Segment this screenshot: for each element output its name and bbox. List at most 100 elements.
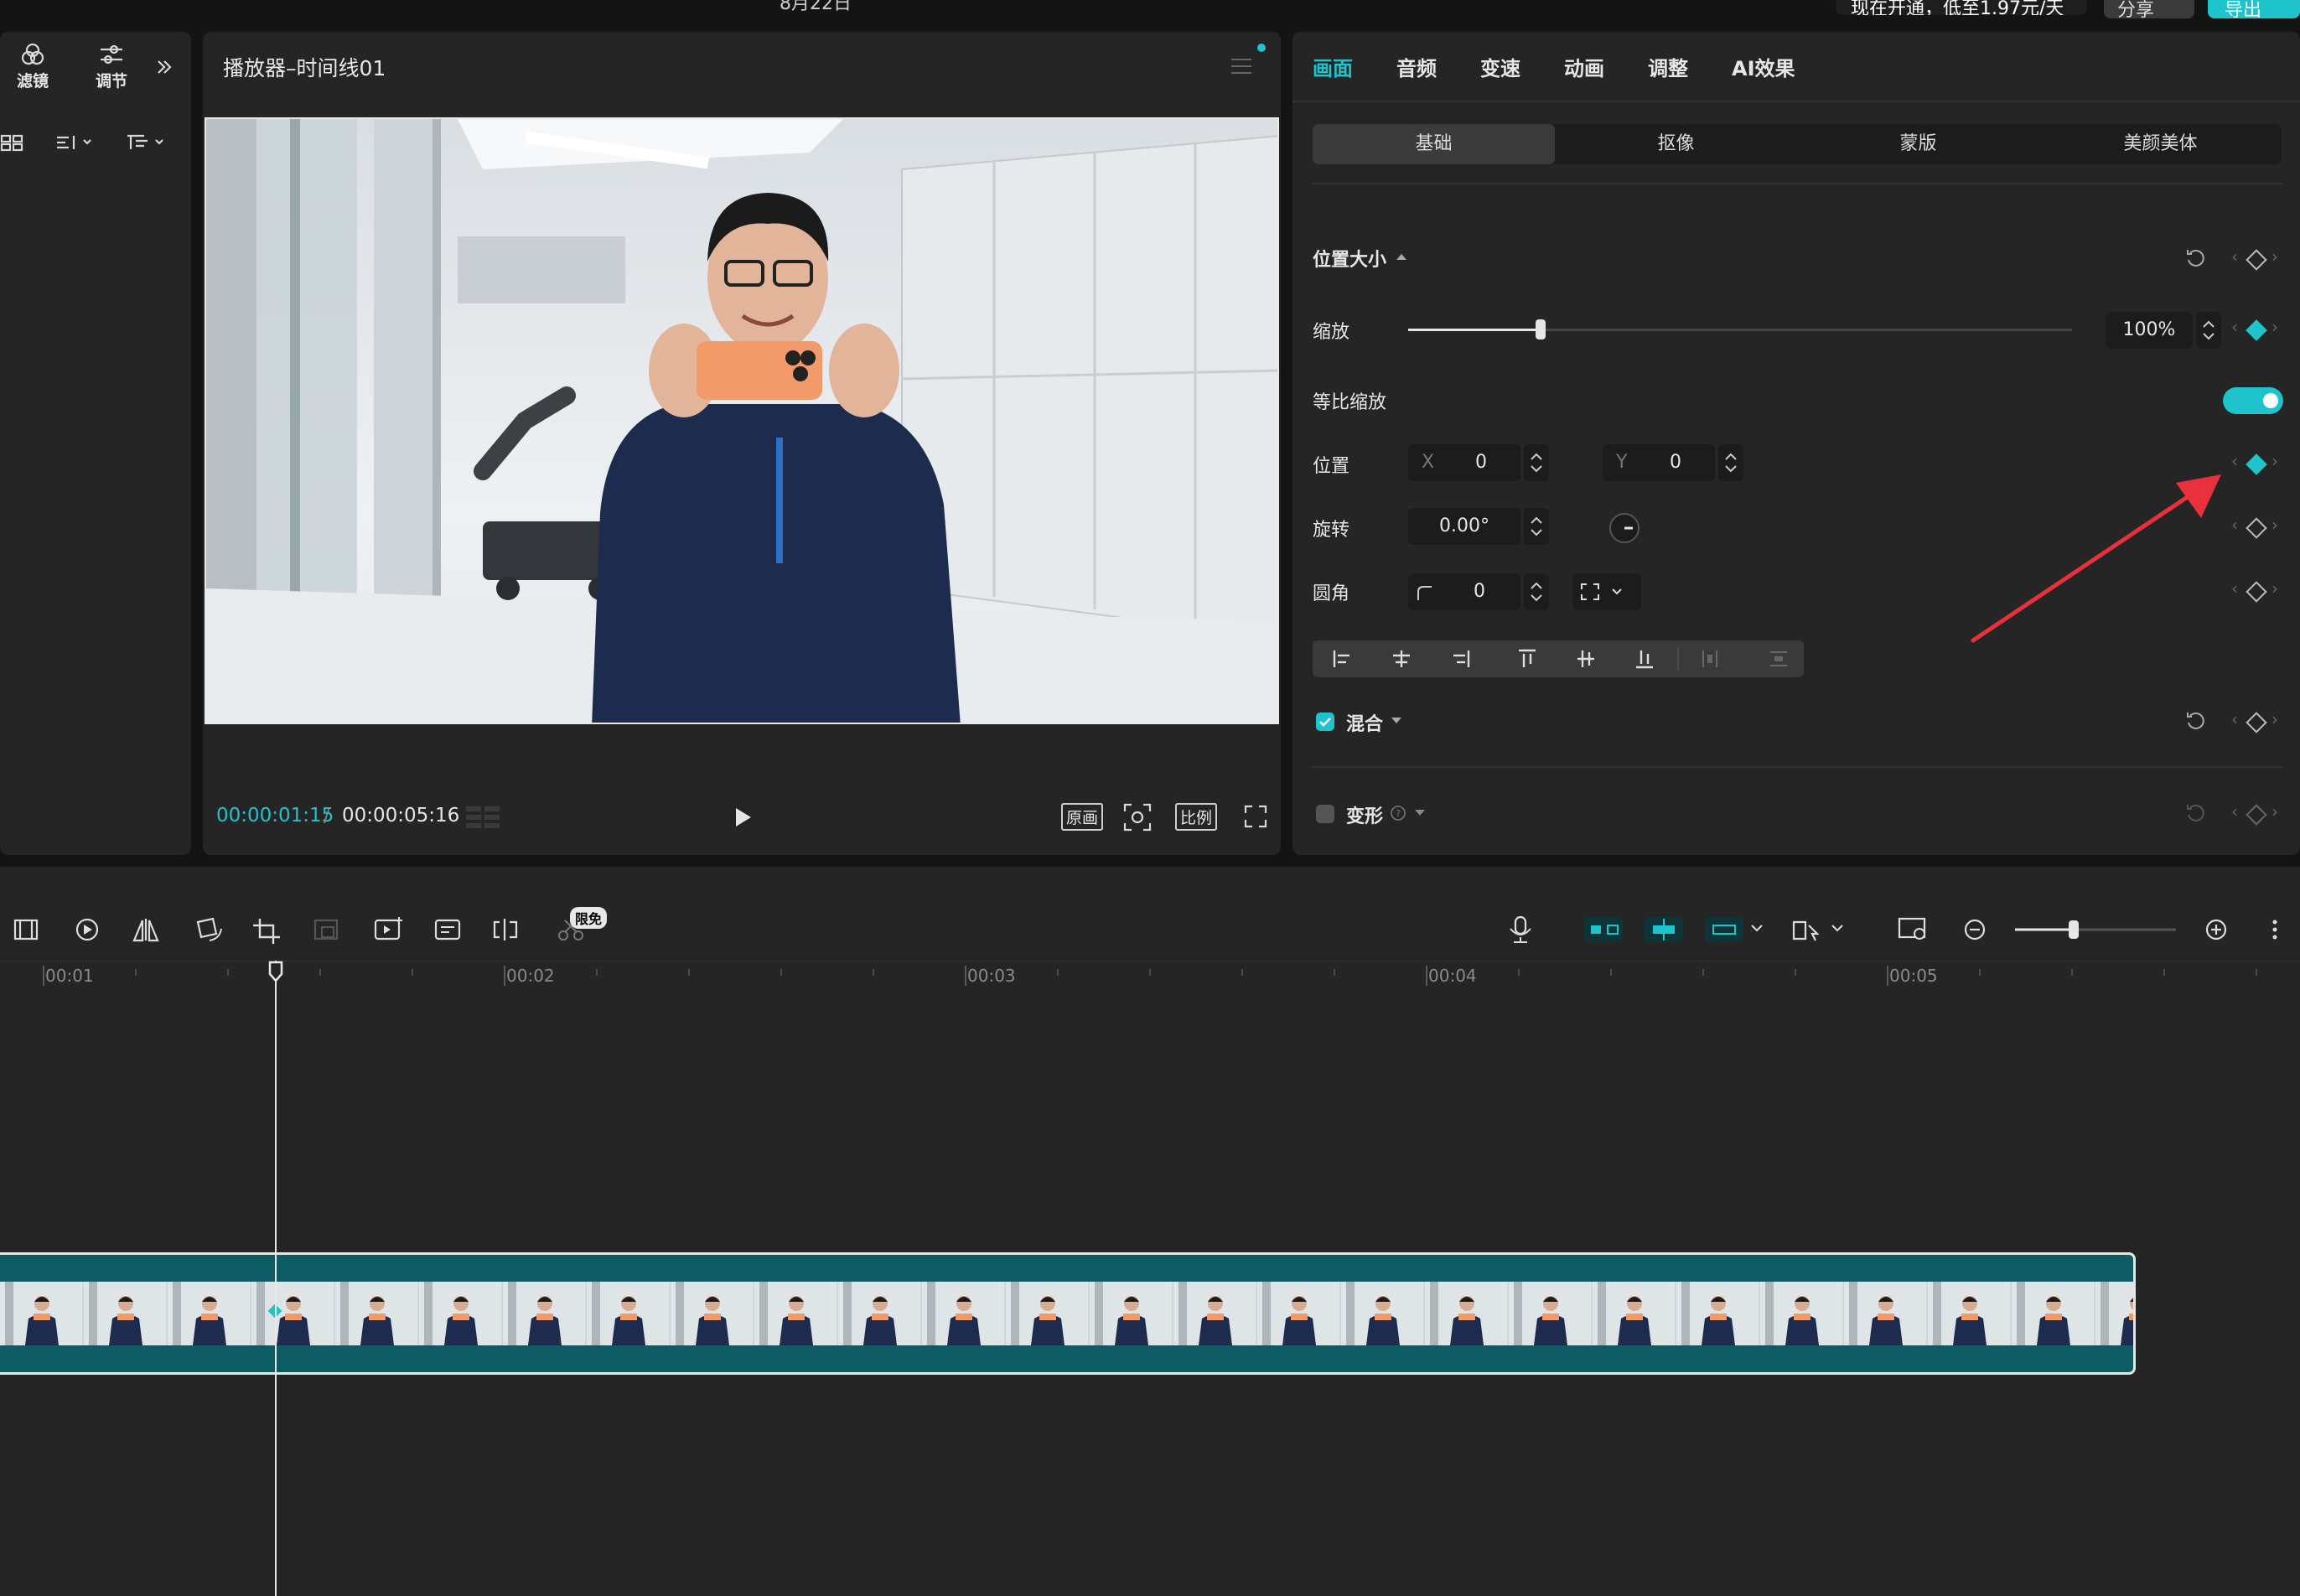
next-keyframe-icon[interactable]: › — [2272, 451, 2278, 471]
position-y-input[interactable]: Y 0 — [1603, 444, 1715, 481]
next-keyframe-icon[interactable]: › — [2272, 317, 2278, 337]
aspect-ratio-button[interactable]: 比例 — [1175, 803, 1218, 831]
video-preview[interactable] — [205, 117, 1279, 724]
distribute-vertical-icon[interactable] — [1770, 651, 1787, 666]
crop-icon[interactable] — [253, 919, 280, 944]
add-keyframe-video-icon[interactable] — [374, 917, 402, 940]
next-keyframe-icon[interactable]: › — [2272, 709, 2278, 729]
preview-axis-icon[interactable] — [1792, 920, 1843, 941]
select-mode-icon[interactable] — [13, 919, 39, 940]
subtitle-icon[interactable] — [434, 919, 461, 940]
original-quality-button[interactable]: 原画 — [1061, 803, 1104, 831]
mirror-icon[interactable] — [132, 919, 159, 942]
blend-checkbox[interactable] — [1316, 712, 1334, 731]
rotate-keyframe-icon[interactable] — [2246, 517, 2267, 539]
fit-screen-icon[interactable] — [1122, 801, 1153, 833]
zoom-in-icon[interactable] — [2205, 919, 2227, 940]
corner-stepper[interactable] — [1524, 573, 1549, 610]
expand-icon[interactable] — [154, 57, 174, 77]
blend-keyframe-icon[interactable] — [2246, 712, 2267, 733]
tab-animation[interactable]: 动画 — [1564, 52, 1604, 81]
rotate-dial-icon[interactable] — [1608, 511, 1641, 545]
zoom-slider[interactable] — [2015, 920, 2176, 939]
next-keyframe-icon[interactable]: › — [2272, 246, 2278, 267]
keyframe-icon[interactable] — [2246, 249, 2267, 271]
playhead-handle[interactable] — [268, 961, 283, 982]
help-icon[interactable]: ? — [1390, 805, 1406, 821]
split-icon[interactable] — [493, 919, 518, 940]
rotate-input[interactable]: 0.00° — [1408, 508, 1520, 545]
position-keyframe-icon[interactable] — [2246, 453, 2267, 475]
tab-speed[interactable]: 变速 — [1480, 52, 1520, 81]
position-size-header[interactable]: 位置大小 — [1313, 245, 1386, 272]
scale-keyframe-icon[interactable] — [2246, 319, 2267, 341]
rotate-icon[interactable] — [196, 917, 222, 941]
scale-input[interactable]: 100% — [2106, 312, 2193, 349]
play-icon[interactable] — [729, 803, 754, 832]
position-y-stepper[interactable] — [1718, 444, 1743, 481]
subtab-beauty[interactable]: 美颜美体 — [2039, 124, 2282, 164]
prev-keyframe-icon[interactable]: ‹ — [2231, 246, 2238, 267]
adjust-tool[interactable]: 调节 — [91, 40, 132, 91]
more-options-icon[interactable] — [2272, 920, 2277, 940]
reset-icon[interactable] — [2184, 246, 2208, 270]
tab-picture[interactable]: 画面 — [1313, 52, 1353, 81]
magnet-main-track-icon[interactable] — [1584, 917, 1623, 942]
expand-icon[interactable] — [1413, 808, 1427, 818]
tab-ai-effects[interactable]: AI效果 — [1732, 52, 1795, 81]
auto-snap-icon[interactable] — [1645, 917, 1683, 942]
subtab-basic[interactable]: 基础 — [1313, 124, 1555, 164]
menu-icon[interactable] — [1229, 55, 1254, 77]
thumbnail-view-icon[interactable] — [1898, 917, 1926, 940]
reset-icon[interactable] — [2184, 801, 2208, 825]
position-x-stepper[interactable] — [1524, 444, 1549, 481]
transform-checkbox[interactable] — [1316, 805, 1334, 823]
fullscreen-icon[interactable] — [1241, 801, 1271, 832]
video-clip[interactable] — [0, 1252, 2136, 1375]
filter-type-icon[interactable] — [124, 131, 171, 154]
grid-view-icon[interactable] — [0, 131, 28, 154]
next-keyframe-icon[interactable]: › — [2272, 801, 2278, 821]
next-keyframe-icon[interactable]: › — [2272, 578, 2278, 598]
corner-mode-select[interactable] — [1572, 573, 1641, 610]
align-hcenter-icon[interactable] — [1393, 650, 1410, 667]
transform-label[interactable]: 变形 — [1346, 801, 1383, 828]
prev-keyframe-icon[interactable]: ‹ — [2231, 709, 2238, 729]
align-left-icon[interactable] — [1333, 650, 1349, 667]
next-keyframe-icon[interactable]: › — [2272, 515, 2278, 535]
export-button[interactable]: 导出 — [2208, 0, 2300, 18]
timecode-grid-icon[interactable] — [464, 803, 503, 832]
rotate-stepper[interactable] — [1524, 508, 1549, 545]
align-right-icon[interactable] — [1453, 650, 1470, 667]
expand-icon[interactable] — [1390, 716, 1403, 726]
linkage-icon[interactable] — [1705, 917, 1763, 942]
subtab-cutout[interactable]: 抠像 — [1555, 124, 1797, 164]
position-x-input[interactable]: X 0 — [1408, 444, 1520, 481]
distribute-horizontal-icon[interactable] — [1702, 650, 1717, 667]
zoom-out-icon[interactable] — [1964, 919, 1986, 940]
scale-slider-knob[interactable] — [1536, 319, 1546, 339]
uniform-scale-toggle[interactable] — [2223, 387, 2283, 414]
playhead[interactable] — [275, 961, 277, 1596]
scale-stepper[interactable] — [2196, 312, 2221, 349]
blend-label[interactable]: 混合 — [1346, 709, 1383, 736]
align-vcenter-icon[interactable] — [1577, 650, 1594, 667]
filter-tool[interactable]: 滤镜 — [12, 40, 54, 91]
transform-keyframe-icon[interactable] — [2246, 804, 2267, 826]
align-bottom-icon[interactable] — [1636, 650, 1653, 669]
sort-icon[interactable] — [54, 131, 97, 154]
collapse-icon[interactable] — [1395, 251, 1408, 262]
corner-input[interactable]: 0 — [1408, 573, 1520, 610]
prev-keyframe-icon[interactable]: ‹ — [2231, 801, 2238, 821]
scale-slider[interactable] — [1408, 319, 2072, 339]
promo-banner[interactable]: 现在开通，低至1.97元/天 — [1836, 0, 2087, 15]
corner-keyframe-icon[interactable] — [2246, 581, 2267, 603]
tab-adjust[interactable]: 调整 — [1648, 52, 1688, 81]
tab-audio[interactable]: 音频 — [1396, 52, 1437, 81]
align-top-icon[interactable] — [1519, 649, 1536, 667]
prev-keyframe-icon[interactable]: ‹ — [2231, 317, 2238, 337]
share-button[interactable]: 分享 — [2104, 0, 2194, 18]
prev-keyframe-icon[interactable]: ‹ — [2231, 451, 2238, 471]
subtab-mask[interactable]: 蒙版 — [1797, 124, 2039, 164]
playback-icon[interactable] — [75, 918, 99, 941]
